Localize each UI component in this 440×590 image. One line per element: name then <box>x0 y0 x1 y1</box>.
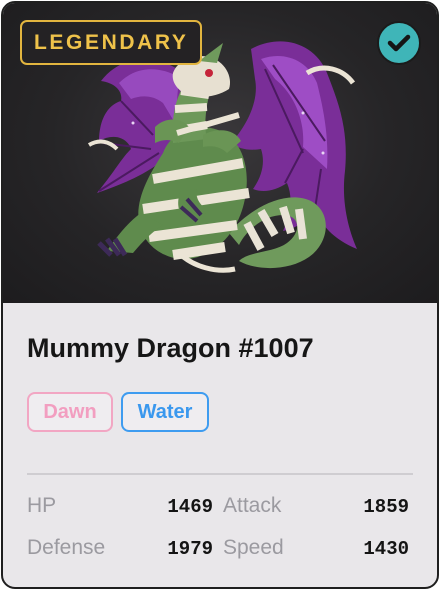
type-tag-dawn[interactable]: Dawn <box>27 392 113 432</box>
stat-value-speed: 1430 <box>363 538 409 560</box>
card-info-panel: Mummy Dragon #1007 Dawn Water HP 1469 At… <box>3 303 437 587</box>
stat-value-hp: 1469 <box>167 496 213 518</box>
stat-label-defense: Defense <box>27 536 106 559</box>
stat-label-hp: HP <box>27 494 57 517</box>
stat-label-speed: Speed <box>223 536 284 559</box>
creature-card[interactable]: LEGENDARY Mummy Dragon #1007 Dawn Water … <box>1 1 439 589</box>
rarity-badge: LEGENDARY <box>20 20 203 65</box>
type-tag-water[interactable]: Water <box>121 392 209 432</box>
stat-value-attack: 1859 <box>363 496 409 518</box>
creature-artwork: LEGENDARY <box>3 3 437 303</box>
stat-value-defense: 1979 <box>167 538 213 560</box>
verified-badge <box>377 21 421 65</box>
stats-divider <box>27 473 413 475</box>
creature-title: Mummy Dragon #1007 <box>27 333 314 363</box>
stat-label-attack: Attack <box>223 494 282 517</box>
checkmark-icon <box>387 34 411 52</box>
